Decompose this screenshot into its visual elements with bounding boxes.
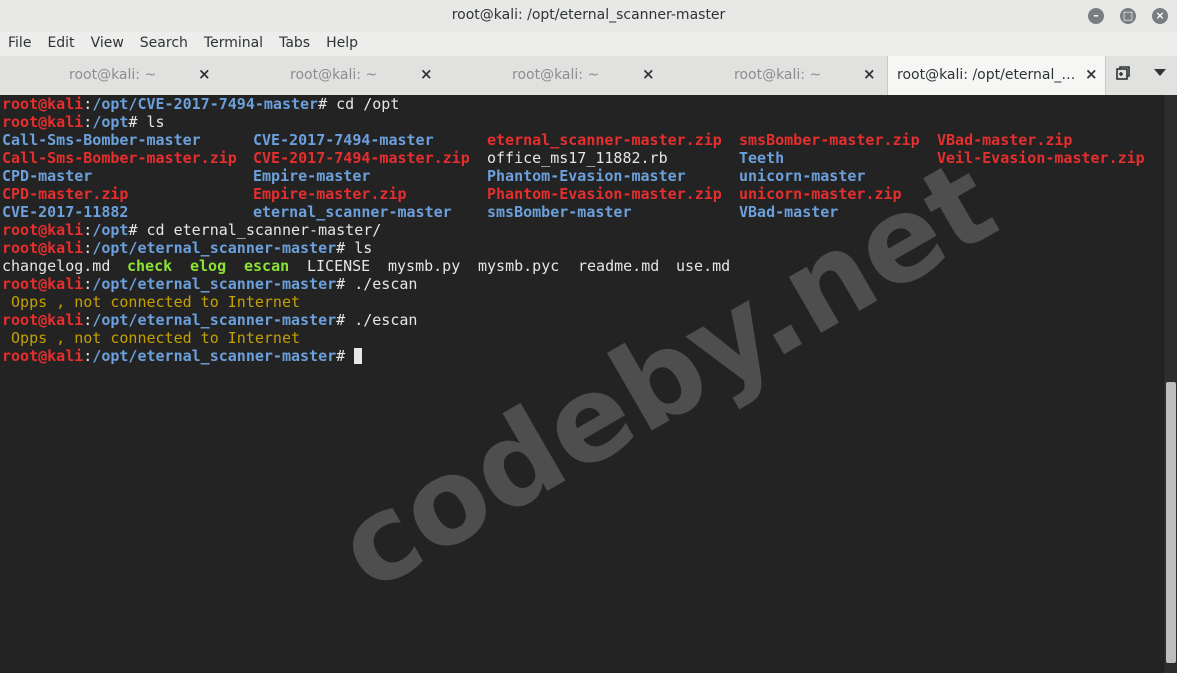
menu-help[interactable]: Help [318,32,366,51]
terminal-area[interactable]: root@kali:/opt/CVE-2017-7494-master# cd … [0,95,1163,673]
list-item: Empire-master.zip [253,185,407,203]
list-item: check [127,257,173,275]
tab-close-icon[interactable]: × [1085,65,1098,83]
escan-output: Opps , not connected to Internet [2,293,301,311]
list-item: Call-Sms-Bomber-master.zip [2,149,237,167]
terminal-cursor [354,348,363,364]
menu-tabs[interactable]: Tabs [271,32,318,51]
list-item: smsBomber-master [487,203,632,221]
list-item: CPD-master [2,167,93,185]
list-item: VBad-master [739,203,839,221]
terminal-line: root@kali:/opt/eternal_scanner-master# .… [2,311,418,329]
list-item: mysmb.pyc [478,257,560,275]
list-item: Phantom-Evasion-master.zip [487,185,722,203]
tab-label: root@kali: ~ [290,67,378,83]
tab-menu-chevron-down-icon[interactable] [1154,69,1166,76]
list-item: changelog.md [2,257,111,275]
terminal-line: root@kali:/opt/CVE-2017-7494-master# cd … [2,95,400,113]
tab-label: root@kali: ~ [734,67,822,83]
list-item: smsBomber-master.zip [739,131,920,149]
list-item: Phantom-Evasion-master [487,167,686,185]
list-item: Call-Sms-Bomber-master [2,131,201,149]
list-item: Empire-master [253,167,371,185]
tab-bar: root@kali: ~ × root@kali: ~ × root@kali:… [0,56,1177,96]
terminal-line: root@kali:/opt# cd eternal_scanner-maste… [2,221,382,239]
tab-close-icon[interactable]: × [420,65,433,83]
list-item: escan [244,257,290,275]
list-item: unicorn-master.zip [739,185,902,203]
list-item: CVE-2017-11882 [2,203,129,221]
list-item: CVE-2017-7494-master.zip [253,149,470,167]
menu-edit[interactable]: Edit [39,32,82,51]
tab-close-icon[interactable]: × [198,65,211,83]
list-item: office_ms17_11882.rb [487,149,668,167]
list-item: eternal_scanner-master [253,203,452,221]
terminal-line-current: root@kali:/opt/eternal_scanner-master# [2,347,363,365]
list-item: unicorn-master [739,167,866,185]
list-item: use.md [676,257,731,275]
tab-2[interactable]: root@kali: ~ × [222,56,444,95]
window-title: root@kali: /opt/eternal_scanner-master [451,7,726,23]
tab-5-active[interactable]: root@kali: /opt/eternal_… × [887,56,1106,95]
terminal-scrollbar[interactable] [1163,95,1177,673]
list-item: mysmb.py [388,257,461,275]
scrollbar-thumb[interactable] [1166,382,1176,663]
menu-bar: File Edit View Search Terminal Tabs Help [0,32,1177,56]
terminal-line: root@kali:/opt# ls [2,113,165,131]
tab-1[interactable]: root@kali: ~ × [0,56,222,95]
list-item: eternal_scanner-master.zip [487,131,722,149]
list-item: readme.md [578,257,660,275]
terminal-line: root@kali:/opt/eternal_scanner-master# l… [2,239,373,257]
tab-label: root@kali: ~ [512,67,600,83]
menu-file[interactable]: File [0,32,39,51]
new-tab-icon[interactable] [1116,66,1130,80]
menu-search[interactable]: Search [132,32,196,51]
list-item: Teeth [739,149,785,167]
tab-label: root@kali: ~ [69,67,157,83]
tab-label: root@kali: /opt/eternal_… [897,67,1076,83]
tab-close-icon[interactable]: × [642,65,655,83]
tab-close-icon[interactable]: × [863,65,876,83]
terminal-line: root@kali:/opt/eternal_scanner-master# .… [2,275,418,293]
list-item: LICENSE [307,257,371,275]
window-titlebar: root@kali: /opt/eternal_scanner-master –… [0,0,1177,33]
list-item: Veil-Evasion-master.zip [937,149,1145,167]
maximize-icon[interactable]: □ [1120,8,1136,24]
menu-terminal[interactable]: Terminal [196,32,271,51]
list-item: CPD-master.zip [2,185,129,203]
tab-3[interactable]: root@kali: ~ × [444,56,666,95]
list-item: VBad-master.zip [937,131,1073,149]
escan-output: Opps , not connected to Internet [2,329,301,347]
close-icon[interactable]: × [1152,8,1168,24]
tab-4[interactable]: root@kali: ~ × [666,56,888,95]
minimize-icon[interactable]: – [1088,8,1104,24]
menu-view[interactable]: View [83,32,132,51]
list-item: elog [190,257,227,275]
watermark: codeby.net [315,132,1018,618]
list-item: CVE-2017-7494-master [253,131,434,149]
